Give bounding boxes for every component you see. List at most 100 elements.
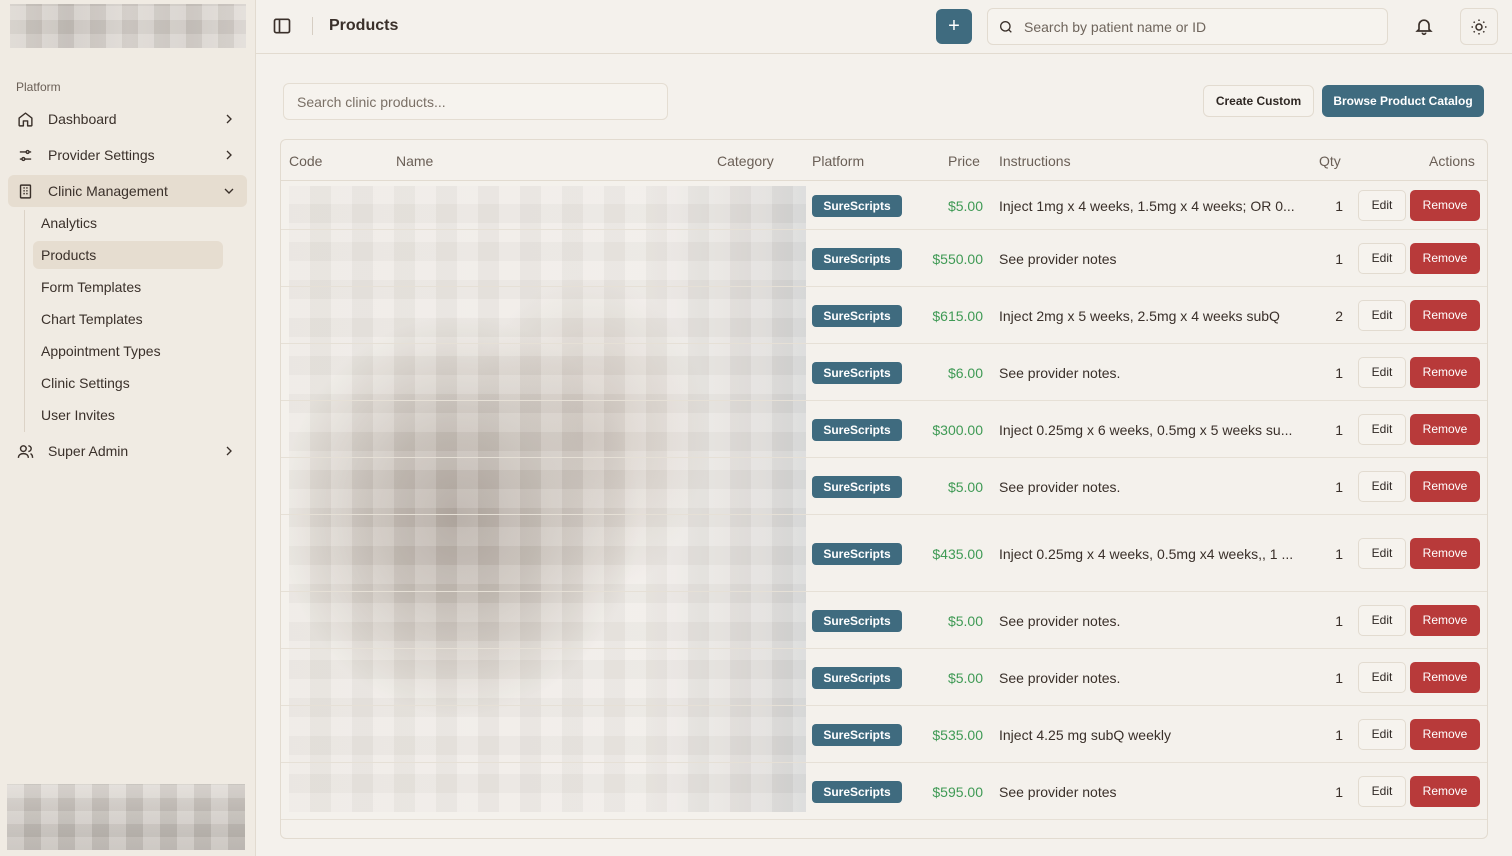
table-row: SureScripts $535.00 Inject 4.25 mg subQ we… [281, 706, 1487, 763]
column-header-code: Code [289, 153, 323, 169]
edit-button[interactable]: Edit [1358, 537, 1406, 569]
edit-button[interactable]: Edit [1358, 661, 1406, 693]
redacted-user-profile [7, 784, 245, 850]
create-custom-button[interactable]: Create Custom [1203, 85, 1314, 117]
edit-button[interactable]: Edit [1358, 413, 1406, 445]
bell-icon[interactable] [1414, 16, 1434, 36]
platform-badge: SureScripts [812, 609, 902, 632]
price-cell: $5.00 [947, 478, 983, 495]
sun-icon [1471, 19, 1487, 34]
qty-cell: 1 [1335, 478, 1343, 495]
instructions-cell: See provider notes. [999, 478, 1121, 495]
price-cell: $615.00 [932, 307, 983, 324]
sidebar-subitem-chart-templates[interactable]: Chart Templates [33, 305, 223, 333]
qty-cell: 1 [1335, 783, 1343, 800]
column-header-category: Category [717, 153, 774, 169]
platform-badge: SureScripts [812, 780, 902, 803]
table-row: SureScripts $5.00 See provider notes. 1 Edit… [281, 458, 1487, 515]
sidebar-subitem-products[interactable]: Products [33, 241, 223, 269]
remove-button[interactable]: Remove [1410, 470, 1480, 502]
page-title: Products [329, 17, 399, 34]
remove-button[interactable]: Remove [1410, 604, 1480, 636]
price-cell: $6.00 [947, 364, 983, 381]
remove-button[interactable]: Remove [1410, 356, 1480, 388]
sidebar-subitem-user-invites[interactable]: User Invites [33, 401, 223, 429]
instructions-cell: See provider notes. [999, 669, 1121, 686]
edit-button[interactable]: Edit [1358, 299, 1406, 331]
sidebar-item-clinic-management[interactable]: Clinic Management [8, 175, 247, 207]
theme-toggle-button[interactable] [1460, 8, 1498, 45]
table-row: SureScripts $595.00 See provider notes 1 Edi… [281, 763, 1487, 820]
remove-button[interactable]: Remove [1410, 299, 1480, 331]
price-cell: $535.00 [932, 726, 983, 743]
table-row: SureScripts $550.00 See provider notes 1 Edi… [281, 230, 1487, 287]
sidebar-item-label: Clinic Management [48, 183, 168, 199]
qty-cell: 1 [1335, 364, 1343, 381]
instructions-cell: Inject 0.25mg x 4 weeks, 0.5mg x4 weeks,… [999, 545, 1294, 562]
redacted-logo [10, 4, 246, 48]
sidebar-subitem-form-templates[interactable]: Form Templates [33, 273, 223, 301]
instructions-cell: Inject 0.25mg x 6 weeks, 0.5mg x 5 weeks… [999, 421, 1293, 438]
price-cell: $595.00 [932, 783, 983, 800]
price-cell: $435.00 [932, 545, 983, 562]
edit-button[interactable]: Edit [1358, 189, 1406, 221]
platform-badge: SureScripts [812, 542, 902, 565]
remove-button[interactable]: Remove [1410, 537, 1480, 569]
remove-button[interactable]: Remove [1410, 242, 1480, 274]
remove-button[interactable]: Remove [1410, 661, 1480, 693]
product-search[interactable] [283, 83, 668, 120]
sidebar-section-label: Platform [16, 80, 61, 94]
qty-cell: 2 [1335, 307, 1343, 324]
instructions-cell: See provider notes. [999, 364, 1121, 381]
edit-button[interactable]: Edit [1358, 775, 1406, 807]
remove-button[interactable]: Remove [1410, 413, 1480, 445]
sidebar-item-dashboard[interactable]: Dashboard [8, 103, 247, 135]
chevron-down-icon [224, 188, 234, 194]
sidebar-subitem-analytics[interactable]: Analytics [33, 209, 223, 237]
sidebar-item-super-admin[interactable]: Super Admin [8, 435, 247, 467]
sidebar-toggle-icon[interactable] [272, 16, 292, 36]
platform-badge: SureScripts [812, 361, 902, 384]
products-table: Code Name Category Platform Price Instru… [280, 139, 1488, 839]
sidebar-subitem-clinic-settings[interactable]: Clinic Settings [33, 369, 223, 397]
edit-button[interactable]: Edit [1358, 718, 1406, 750]
sliders-icon [16, 146, 34, 164]
sidebar-item-label: Dashboard [48, 111, 117, 127]
building-icon [16, 182, 34, 200]
sidebar-item-provider-settings[interactable]: Provider Settings [8, 139, 247, 171]
instructions-cell: See provider notes [999, 250, 1117, 267]
instructions-cell: See provider notes. [999, 612, 1121, 629]
qty-cell: 1 [1335, 726, 1343, 743]
qty-cell: 1 [1335, 421, 1343, 438]
remove-button[interactable]: Remove [1410, 189, 1480, 221]
sidebar-item-label: Super Admin [48, 443, 129, 459]
browse-catalog-button[interactable]: Browse Product Catalog [1322, 85, 1484, 117]
add-button[interactable]: + [936, 9, 972, 44]
table-row: SureScripts $615.00 Inject 2mg x 5 weeks, … [281, 287, 1487, 344]
column-header-platform: Platform [812, 153, 865, 169]
sidebar: Platform Dashboard Provider Settings Cli… [0, 0, 256, 856]
patient-search[interactable] [987, 8, 1388, 45]
qty-cell: 1 [1335, 669, 1343, 686]
qty-cell: 1 [1335, 197, 1343, 214]
top-header: Products + [256, 0, 1512, 54]
platform-badge: SureScripts [812, 475, 902, 498]
patient-search-input[interactable] [1024, 18, 1384, 35]
edit-button[interactable]: Edit [1358, 356, 1406, 388]
sidebar-subitem-appointment-types[interactable]: Appointment Types [33, 337, 223, 365]
price-cell: $300.00 [932, 421, 983, 438]
edit-button[interactable]: Edit [1358, 242, 1406, 274]
price-cell: $5.00 [947, 197, 983, 214]
column-header-instructions: Instructions [999, 153, 1071, 169]
platform-badge: SureScripts [812, 418, 902, 441]
product-search-input[interactable] [297, 93, 657, 110]
edit-button[interactable]: Edit [1358, 470, 1406, 502]
table-row: SureScripts $5.00 See provider notes. 1 Edit… [281, 592, 1487, 649]
header-divider [312, 17, 313, 35]
remove-button[interactable]: Remove [1410, 718, 1480, 750]
edit-button[interactable]: Edit [1358, 604, 1406, 636]
price-cell: $550.00 [932, 250, 983, 267]
remove-button[interactable]: Remove [1410, 775, 1480, 807]
qty-cell: 1 [1335, 250, 1343, 267]
instructions-cell: Inject 2mg x 5 weeks, 2.5mg x 4 weeks su… [999, 307, 1280, 324]
